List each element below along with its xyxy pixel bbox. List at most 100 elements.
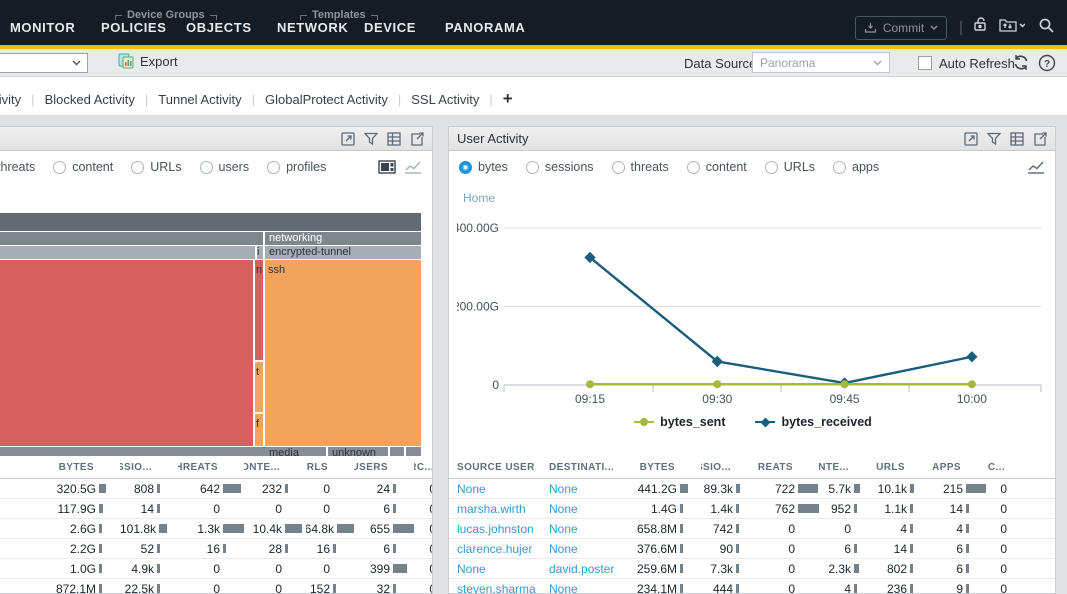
treemap-band-encrypted-tunnel[interactable]: i encrypted-tunnel xyxy=(0,246,421,259)
radio-apps[interactable]: apps xyxy=(833,160,879,174)
mini-bar xyxy=(157,484,160,493)
user-link[interactable]: None xyxy=(457,482,486,496)
nav-objects[interactable]: OBJECTS xyxy=(186,20,252,35)
table-row[interactable]: lucas.johnstonNone658.8M74200440 xyxy=(449,519,1055,539)
treemap-sliver-3[interactable]: f xyxy=(255,414,263,446)
legend-bytes-received[interactable]: bytes_received xyxy=(755,415,871,429)
user-link[interactable]: lucas.johnston xyxy=(457,522,534,536)
jump-to-logs-icon[interactable] xyxy=(1033,132,1047,146)
column-header[interactable]: URLS xyxy=(875,462,931,473)
treemap-band-networking[interactable]: networking xyxy=(0,232,421,245)
column-header[interactable]: USERS xyxy=(354,462,414,473)
filter-icon[interactable] xyxy=(364,132,378,146)
treemap-view-icon[interactable] xyxy=(378,160,396,174)
user-activity-line-chart[interactable]: 400.00G200.00G009:1509:3009:4510:00 xyxy=(457,203,1051,409)
column-header[interactable]: URLS xyxy=(306,462,354,473)
commit-all-icon[interactable] xyxy=(999,17,1025,33)
column-header[interactable]: THREATS xyxy=(178,462,244,473)
user-link[interactable]: steven.sharma xyxy=(457,582,536,594)
nav-device[interactable]: DEVICE xyxy=(364,20,416,35)
table-view-icon[interactable] xyxy=(387,132,401,146)
refresh-icon[interactable] xyxy=(1012,54,1030,71)
radio-content[interactable]: content xyxy=(687,160,747,174)
table-row[interactable]: 2.6G101.8k1.3k10.4k64.8k6550 xyxy=(0,519,432,539)
table-row[interactable]: clarence.hujerNone376.6M90061460 xyxy=(449,539,1055,559)
treemap-sliver-1[interactable]: n xyxy=(255,260,263,360)
treemap-band-top[interactable] xyxy=(0,213,421,231)
table-row[interactable]: 117.9G1400060 xyxy=(0,499,432,519)
column-header[interactable]: BYTES xyxy=(627,462,701,473)
commit-button[interactable]: Commit xyxy=(855,16,947,40)
view-select[interactable] xyxy=(0,53,88,73)
column-header[interactable]: THREATS xyxy=(757,462,819,473)
radio-threats[interactable]: threats xyxy=(612,160,669,174)
nav-network[interactable]: NETWORK xyxy=(277,20,348,35)
table-row[interactable]: 872.1M22.5k00152320 xyxy=(0,579,432,594)
tab-tunnel-activity[interactable]: Tunnel Activity xyxy=(148,92,251,107)
treemap-sliver-2[interactable]: t xyxy=(255,362,263,412)
table-row[interactable]: NoneNone441.2G89.3k7225.7k10.1k2150 xyxy=(449,479,1055,499)
user-link[interactable]: None xyxy=(457,562,486,576)
filter-icon[interactable] xyxy=(987,132,1001,146)
column-header[interactable]: DESTINATI... xyxy=(549,462,627,473)
data-source-select[interactable]: Panorama xyxy=(752,52,890,73)
user-link[interactable]: None xyxy=(549,522,578,536)
tab-globalprotect-activity[interactable]: GlobalProtect Activity xyxy=(255,92,398,107)
auto-refresh-checkbox[interactable] xyxy=(918,56,932,70)
column-header[interactable]: SESSIO... xyxy=(120,462,178,473)
user-link[interactable]: None xyxy=(549,502,578,516)
table-view-icon[interactable] xyxy=(1010,132,1024,146)
nav-panorama[interactable]: PANORAMA xyxy=(445,20,525,35)
table-row[interactable]: steven.sharmaNone234.1M4440423690 xyxy=(449,579,1055,594)
user-link[interactable]: clarence.hujer xyxy=(457,542,532,556)
table-row[interactable]: marsha.wirthNone1.4G1.4k7629521.1k140 xyxy=(449,499,1055,519)
radio-urls[interactable]: URLs xyxy=(765,160,815,174)
search-icon[interactable] xyxy=(1038,17,1055,34)
user-link[interactable]: None xyxy=(549,582,578,594)
application-treemap[interactable]: networking i encrypted-tunnel n t f ssh … xyxy=(0,213,421,456)
treemap-block-ssh[interactable]: ssh xyxy=(265,260,421,446)
radio-users[interactable]: users xyxy=(200,160,250,174)
tab-ssl-activity[interactable]: SSL Activity xyxy=(401,92,489,107)
radio-profiles[interactable]: profiles xyxy=(267,160,326,174)
column-header[interactable]: CONTE... xyxy=(819,462,875,473)
column-header[interactable]: SESSIO... xyxy=(701,462,757,473)
maximize-icon[interactable] xyxy=(341,132,355,146)
radio-threats[interactable]: threats xyxy=(0,160,35,174)
line-chart-view-icon[interactable] xyxy=(404,160,422,174)
mini-bar xyxy=(910,584,913,593)
column-header[interactable]: CONTE... xyxy=(244,462,306,473)
column-header[interactable]: SOURC... xyxy=(987,462,1031,473)
table-row[interactable]: Nonedavid.poster259.6M7.3k02.3k80260 xyxy=(449,559,1055,579)
column-header[interactable]: SOURCE USER xyxy=(457,462,549,473)
maximize-icon[interactable] xyxy=(964,132,978,146)
lock-icon[interactable] xyxy=(972,17,988,32)
tab-blocked-activity[interactable]: Blocked Activity xyxy=(35,92,145,107)
column-header[interactable]: APPS xyxy=(931,462,987,473)
user-link[interactable]: marsha.wirth xyxy=(457,502,526,516)
jump-to-logs-icon[interactable] xyxy=(410,132,424,146)
user-link[interactable]: None xyxy=(549,482,578,496)
nav-policies[interactable]: POLICIES xyxy=(101,20,166,35)
legend-bytes-sent[interactable]: bytes_sent xyxy=(634,415,725,429)
column-header[interactable]: BYTES xyxy=(20,462,120,473)
add-tab-button[interactable]: + xyxy=(493,89,523,109)
treemap-block-red[interactable] xyxy=(0,260,253,446)
radio-sessions[interactable]: sessions xyxy=(526,160,594,174)
table-row[interactable]: 1.0G4.9k0003990 xyxy=(0,559,432,579)
column-header[interactable]: SOURC... xyxy=(414,462,433,473)
radio-urls[interactable]: URLs xyxy=(131,160,181,174)
radio-content[interactable]: content xyxy=(53,160,113,174)
help-icon[interactable]: ? xyxy=(1038,54,1056,72)
table-row[interactable]: 320.5G8086422320240 xyxy=(0,479,432,499)
tab-activity[interactable]: Activity xyxy=(0,92,31,107)
line-chart-view-icon[interactable] xyxy=(1027,160,1045,174)
radio-bytes[interactable]: bytes xyxy=(459,160,508,174)
user-link[interactable]: david.poster xyxy=(549,562,614,576)
user-link[interactable]: None xyxy=(549,542,578,556)
export-button[interactable]: Export xyxy=(118,53,178,69)
nav-monitor[interactable]: MONITOR xyxy=(10,20,75,35)
cell-value: 0 xyxy=(987,502,1031,516)
treemap-band-bottom[interactable]: media unknown xyxy=(0,447,421,456)
table-row[interactable]: 2.2G5216281660 xyxy=(0,539,432,559)
